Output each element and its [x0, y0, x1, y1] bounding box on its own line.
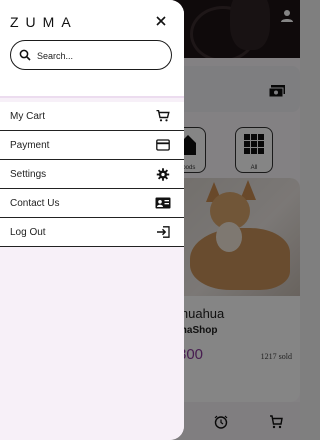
- menu-item-label: Payment: [10, 140, 50, 151]
- menu-item-contact-us[interactable]: Contact Us: [0, 189, 184, 218]
- gear-icon: [156, 168, 170, 181]
- credit-card-icon: [156, 139, 170, 151]
- navigation-drawer: ZUMA My Cart Payment: [0, 0, 184, 440]
- logout-icon: [157, 226, 170, 238]
- menu-item-payment[interactable]: Payment: [0, 131, 184, 160]
- menu-item-settings[interactable]: Settings: [0, 160, 184, 189]
- menu-item-my-cart[interactable]: My Cart: [0, 102, 184, 131]
- cart-icon: [156, 110, 170, 122]
- menu-item-log-out[interactable]: Log Out: [0, 218, 184, 247]
- search-bar[interactable]: [10, 40, 172, 70]
- close-icon[interactable]: [154, 14, 168, 28]
- search-icon: [19, 49, 31, 61]
- menu-item-label: Settings: [10, 169, 47, 180]
- drawer-empty-area: [0, 252, 184, 440]
- brand-logo-text: ZUMA: [10, 14, 78, 30]
- drawer-header: ZUMA: [0, 0, 184, 98]
- contact-card-icon: [155, 197, 171, 209]
- menu-item-label: Log Out: [10, 227, 46, 238]
- drawer-menu: My Cart Payment Settings Contact Us Log …: [0, 102, 184, 247]
- search-input[interactable]: [35, 46, 167, 66]
- menu-item-label: Contact Us: [10, 198, 60, 209]
- menu-item-label: My Cart: [10, 111, 45, 122]
